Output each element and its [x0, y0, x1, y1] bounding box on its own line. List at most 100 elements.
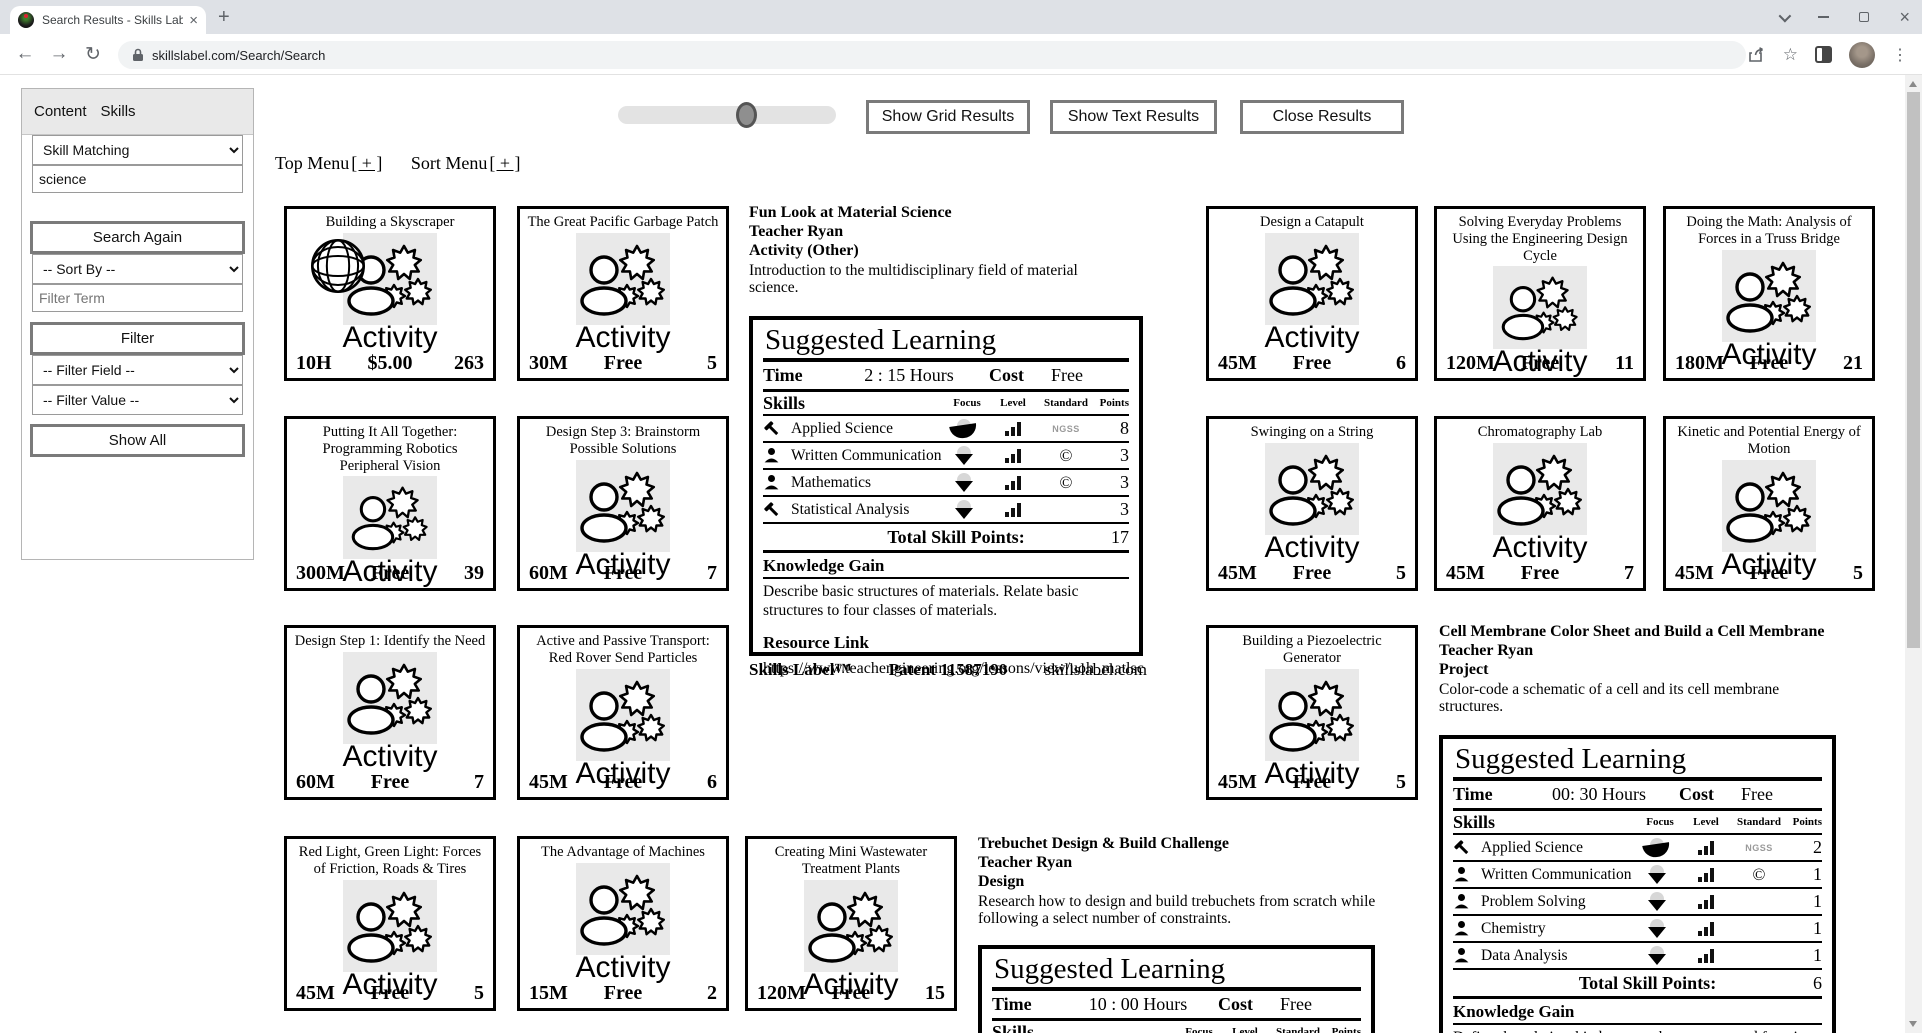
- detail-title: Fun Look at Material Science: [749, 204, 952, 221]
- card-cost: Free: [603, 562, 643, 584]
- skill-type-icon: [763, 474, 781, 491]
- share-icon[interactable]: [1748, 46, 1766, 63]
- person-gears-icon: [1493, 442, 1587, 535]
- top-menu-label: Top Menu: [275, 153, 350, 173]
- url-bar[interactable]: skillslabel.com/Search/Search: [118, 41, 1746, 69]
- level-bars-icon: [991, 421, 1035, 436]
- forward-icon[interactable]: →: [42, 43, 76, 65]
- show-all-button[interactable]: Show All: [30, 424, 245, 457]
- card-points: 7: [707, 562, 717, 584]
- card-points: 5: [1396, 771, 1406, 793]
- card-points: 263: [454, 352, 484, 374]
- search-input[interactable]: [32, 165, 243, 193]
- zoom-slider-thumb[interactable]: [736, 102, 757, 128]
- person-gears-icon: [343, 651, 437, 744]
- filter-value-select[interactable]: -- Filter Value --: [32, 385, 243, 415]
- person-gears-icon: [1722, 459, 1816, 552]
- col-standard: Standard: [1275, 1026, 1321, 1033]
- cost-value: Free: [1280, 994, 1312, 1015]
- browser-tab[interactable]: Search Results - Skills Label ×: [10, 6, 206, 34]
- zoom-slider-track[interactable]: [618, 102, 836, 128]
- card-stats: 180M Free 21: [1666, 352, 1872, 375]
- filter-term-input[interactable]: [32, 284, 243, 312]
- activity-card[interactable]: Building a Skyscraper Activity 10H $5.00…: [284, 206, 496, 381]
- activity-card[interactable]: Kinetic and Potential Energy of Motion A…: [1663, 416, 1875, 591]
- activity-card[interactable]: Active and Passive Transport: Red Rover …: [517, 625, 729, 800]
- col-level: Level: [1000, 397, 1026, 410]
- activity-card[interactable]: Building a Piezoelectric Generator Activ…: [1206, 625, 1418, 800]
- filter-field-select[interactable]: -- Filter Field --: [32, 355, 243, 385]
- activity-card[interactable]: Creating Mini Wastewater Treatment Plant…: [745, 836, 957, 1011]
- scroll-up-icon[interactable]: [1909, 81, 1917, 87]
- search-type-select[interactable]: Skill Matching: [32, 135, 243, 165]
- close-results-button[interactable]: Close Results: [1240, 100, 1404, 134]
- focus-icon: [1640, 945, 1680, 966]
- card-time: 45M: [1675, 562, 1714, 584]
- level-bars-icon: [991, 475, 1035, 490]
- card-points: 6: [1396, 352, 1406, 374]
- skill-name: Chemistry: [1481, 919, 1546, 937]
- sort-by-select[interactable]: -- Sort By --: [32, 254, 243, 284]
- activity-card[interactable]: Design a Catapult Activity 45M Free 6: [1206, 206, 1418, 381]
- show-grid-results-button[interactable]: Show Grid Results: [866, 100, 1030, 134]
- activity-card[interactable]: The Great Pacific Garbage Patch Activity…: [517, 206, 729, 381]
- resource-url[interactable]: https://www.teachengineering.org/lessons…: [763, 656, 1144, 678]
- activity-card[interactable]: Solving Everyday Problems Using the Engi…: [1434, 206, 1646, 381]
- profile-avatar[interactable]: [1849, 41, 1875, 68]
- time-label: Time: [763, 365, 803, 386]
- detail-cell-membrane: Cell Membrane Color Sheet and Build a Ce…: [1439, 622, 1859, 716]
- sidebar-tab-skills[interactable]: Skills: [101, 103, 136, 120]
- show-text-results-button[interactable]: Show Text Results: [1050, 100, 1217, 134]
- sort-menu-expander[interactable]: [ + ]: [489, 153, 520, 173]
- col-level: Level: [1232, 1026, 1258, 1033]
- card-title: Red Light, Green Light: Forces of Fricti…: [298, 844, 482, 877]
- focus-icon: [947, 472, 987, 493]
- top-menu-expander[interactable]: [ + ]: [351, 153, 382, 173]
- search-again-button[interactable]: Search Again: [30, 221, 245, 254]
- card-cost: Free: [603, 352, 643, 374]
- card-time: 45M: [1218, 771, 1257, 793]
- activity-card[interactable]: Design Step 3: Brainstorm Possible Solut…: [517, 416, 729, 591]
- card-points: 2: [707, 982, 717, 1004]
- activity-card[interactable]: The Advantage of Machines Activity 15M F…: [517, 836, 729, 1011]
- activity-card[interactable]: Swinging on a String Activity 45M Free 5: [1206, 416, 1418, 591]
- scrollbar-thumb[interactable]: [1907, 92, 1920, 648]
- new-tab-button[interactable]: +: [218, 6, 230, 29]
- skill-type-icon: [763, 420, 781, 437]
- person-gears-icon: [576, 668, 670, 761]
- window-chevron-icon[interactable]: [1779, 9, 1792, 22]
- back-icon[interactable]: ←: [8, 43, 42, 65]
- activity-card[interactable]: Doing the Math: Analysis of Forces in a …: [1663, 206, 1875, 381]
- activity-card[interactable]: Design Step 1: Identify the Need Activit…: [284, 625, 496, 800]
- card-cost: $5.00: [367, 352, 413, 374]
- vertical-scrollbar[interactable]: [1905, 75, 1922, 1033]
- time-value: 2 : 15 Hours: [864, 365, 954, 386]
- window-close-button[interactable]: ×: [1899, 8, 1910, 26]
- card-time: 45M: [1218, 562, 1257, 584]
- col-standard: Standard: [1043, 397, 1089, 410]
- side-panel-icon[interactable]: [1815, 46, 1832, 63]
- browser-toolbar: ← → ↻ skillslabel.com/Search/Search ☆ ⋮: [0, 34, 1922, 75]
- card-stats: 30M Free 5: [520, 352, 726, 375]
- restore-button[interactable]: [1859, 12, 1870, 22]
- card-time: 120M: [1446, 352, 1495, 374]
- tab-close-icon[interactable]: ×: [189, 12, 198, 29]
- card-cost: Free: [1292, 352, 1332, 374]
- card-cost: Free: [1749, 352, 1789, 374]
- resource-link-label: Resource Link: [763, 630, 1129, 656]
- scroll-down-icon[interactable]: [1909, 1021, 1917, 1027]
- total-points: 6: [1813, 972, 1822, 993]
- sidebar-tab-content[interactable]: Content: [34, 103, 87, 120]
- filter-button[interactable]: Filter: [30, 322, 245, 355]
- bookmark-star-icon[interactable]: ☆: [1783, 45, 1798, 65]
- activity-card[interactable]: Red Light, Green Light: Forces of Fricti…: [284, 836, 496, 1011]
- minimize-button[interactable]: [1818, 16, 1830, 18]
- activity-card[interactable]: Putting It All Together: Programming Rob…: [284, 416, 496, 591]
- skill-type-icon: [763, 501, 781, 518]
- reload-icon[interactable]: ↻: [76, 43, 110, 66]
- activity-card[interactable]: Chromatography Lab Activity 45M Free 7: [1434, 416, 1646, 591]
- card-type-label: Activity: [575, 950, 671, 984]
- card-time: 30M: [529, 352, 568, 374]
- menu-dots-icon[interactable]: ⋮: [1892, 45, 1908, 65]
- card-title: Design Step 3: Brainstorm Possible Solut…: [545, 424, 701, 457]
